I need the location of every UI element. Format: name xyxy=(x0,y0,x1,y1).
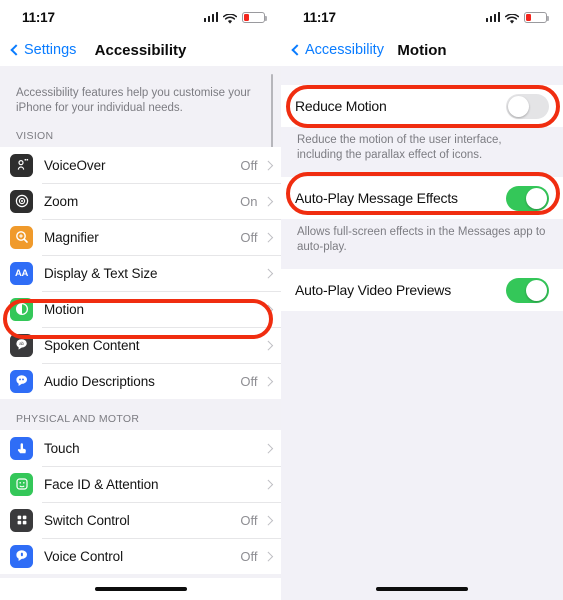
voiceover-icon xyxy=(10,153,33,177)
battery-low-icon xyxy=(524,11,550,23)
setting-label: Auto-Play Video Previews xyxy=(295,282,452,298)
status-indicators xyxy=(203,11,268,24)
sidebar-item-voice-control[interactable]: Voice Control Off xyxy=(0,538,281,574)
setting-row-reduce-motion[interactable]: Reduce Motion xyxy=(281,85,563,127)
zoom-icon xyxy=(10,189,33,213)
motion-scroll-area[interactable]: Reduce Motion Reduce the motion of the u… xyxy=(281,66,563,600)
setting-footnote: Allows full-screen effects in the Messag… xyxy=(297,226,546,253)
toggle-knob xyxy=(526,187,547,209)
sidebar-item-value: On xyxy=(240,193,258,209)
spoken-content-icon: ab xyxy=(10,333,33,357)
sidebar-item-label: Touch xyxy=(44,440,80,456)
sidebar-item-voiceover[interactable]: VoiceOver Off xyxy=(0,147,281,183)
sidebar-item-label: Display & Text Size xyxy=(44,265,158,281)
setting-footnote: Reduce the motion of the user interface,… xyxy=(297,134,502,161)
cellular-bars-icon xyxy=(485,12,500,22)
setting-label: Auto-Play Message Effects xyxy=(295,190,458,206)
left-phone-accessibility-screen: 11:17 Settings Accessibility Accessibili… xyxy=(0,0,281,600)
status-clock: 11:17 xyxy=(22,9,55,25)
back-button-accessibility[interactable]: Accessibility xyxy=(291,42,384,58)
right-phone-motion-screen: 11:17 Accessibility Motion Reduce Motion xyxy=(281,0,563,600)
section-header-physical-and-motor: PHYSICAL AND MOTOR xyxy=(16,413,140,425)
display-text-size-icon: AA xyxy=(10,261,33,285)
sidebar-item-value: Off xyxy=(240,157,258,173)
audio-descriptions-icon xyxy=(10,369,33,393)
nav-bar: Accessibility Motion xyxy=(281,34,563,66)
back-button-settings[interactable]: Settings xyxy=(10,42,76,58)
back-button-label: Settings xyxy=(24,42,77,58)
sidebar-item-label: Zoom xyxy=(44,193,79,209)
chevron-right-icon xyxy=(263,340,273,350)
chevron-right-icon xyxy=(263,232,273,242)
sidebar-item-label: Switch Control xyxy=(44,512,130,528)
home-indicator xyxy=(376,586,468,591)
sidebar-item-display-text-size[interactable]: AA Display & Text Size xyxy=(0,255,281,291)
status-clock: 11:17 xyxy=(303,9,336,25)
status-bar: 11:17 xyxy=(0,0,281,34)
sidebar-item-switch-control[interactable]: Switch Control Off xyxy=(0,502,281,538)
accessibility-scroll-area[interactable]: Accessibility features help you customis… xyxy=(0,66,281,600)
svg-text:ab: ab xyxy=(19,341,24,346)
sidebar-item-label: Face ID & Attention xyxy=(44,476,159,492)
voice-control-icon xyxy=(10,544,33,568)
auto-play-video-previews-toggle[interactable] xyxy=(506,277,549,303)
touch-icon xyxy=(10,436,33,460)
toggle-knob xyxy=(526,279,547,301)
sidebar-item-label: VoiceOver xyxy=(44,157,106,173)
sidebar-item-magnifier[interactable]: Magnifier Off xyxy=(0,219,281,255)
sidebar-item-label: Magnifier xyxy=(44,229,99,245)
vision-list: VoiceOver Off Zoom On Magnifier Off AA D… xyxy=(0,147,281,399)
sidebar-item-touch[interactable]: Touch xyxy=(0,430,281,466)
physical-motor-list: Touch Face ID & Attention Switch Control… xyxy=(0,430,281,574)
battery-low-icon xyxy=(242,11,268,23)
sidebar-item-label: Voice Control xyxy=(44,548,123,564)
cellular-bars-icon xyxy=(203,12,218,22)
chevron-right-icon xyxy=(263,196,273,206)
sidebar-item-audio-descriptions[interactable]: Audio Descriptions Off xyxy=(0,363,281,399)
intro-blurb: Accessibility features help you customis… xyxy=(16,87,251,114)
section-header-vision: VISION xyxy=(16,130,54,142)
wifi-icon xyxy=(504,12,520,24)
chevron-left-icon xyxy=(10,44,22,56)
chevron-right-icon xyxy=(263,551,273,561)
face-id-icon xyxy=(10,472,33,496)
chevron-right-icon xyxy=(263,268,273,278)
sidebar-item-label: Audio Descriptions xyxy=(44,373,155,389)
sidebar-item-spoken-content[interactable]: ab Spoken Content xyxy=(0,327,281,363)
setting-row-auto-play-video-previews[interactable]: Auto-Play Video Previews xyxy=(281,269,563,311)
chevron-right-icon xyxy=(263,160,273,170)
home-indicator xyxy=(94,586,187,591)
sidebar-item-value: Off xyxy=(240,229,258,245)
sidebar-item-label: Motion xyxy=(44,301,84,317)
back-button-label: Accessibility xyxy=(305,42,384,58)
top-gap xyxy=(281,66,563,85)
magnifier-icon xyxy=(10,225,33,249)
chevron-right-icon xyxy=(263,304,273,314)
sidebar-item-motion[interactable]: Motion xyxy=(0,291,281,327)
chevron-right-icon xyxy=(263,479,273,489)
status-indicators xyxy=(485,11,550,24)
sidebar-item-value: Off xyxy=(240,512,258,528)
sidebar-item-value: Off xyxy=(240,548,258,564)
chevron-right-icon xyxy=(263,515,273,525)
status-bar: 11:17 xyxy=(281,0,563,34)
screenshot-stage: 11:17 Settings Accessibility Accessibili… xyxy=(0,0,563,600)
sidebar-item-label: Spoken Content xyxy=(44,337,140,353)
sidebar-item-face-id-attention[interactable]: Face ID & Attention xyxy=(0,466,281,502)
sidebar-item-value: Off xyxy=(240,373,258,389)
setting-row-auto-play-message-effects[interactable]: Auto-Play Message Effects xyxy=(281,177,563,219)
chevron-right-icon xyxy=(263,443,273,453)
motion-icon xyxy=(10,297,33,321)
auto-play-message-effects-toggle[interactable] xyxy=(506,185,549,211)
chevron-right-icon xyxy=(263,376,273,386)
reduce-motion-toggle[interactable] xyxy=(506,93,549,119)
nav-bar: Settings Accessibility xyxy=(0,34,281,66)
chevron-left-icon xyxy=(291,44,303,56)
sidebar-item-zoom[interactable]: Zoom On xyxy=(0,183,281,219)
toggle-knob xyxy=(508,95,529,117)
switch-control-icon xyxy=(10,508,33,532)
setting-label: Reduce Motion xyxy=(295,98,387,114)
wifi-icon xyxy=(222,12,238,24)
